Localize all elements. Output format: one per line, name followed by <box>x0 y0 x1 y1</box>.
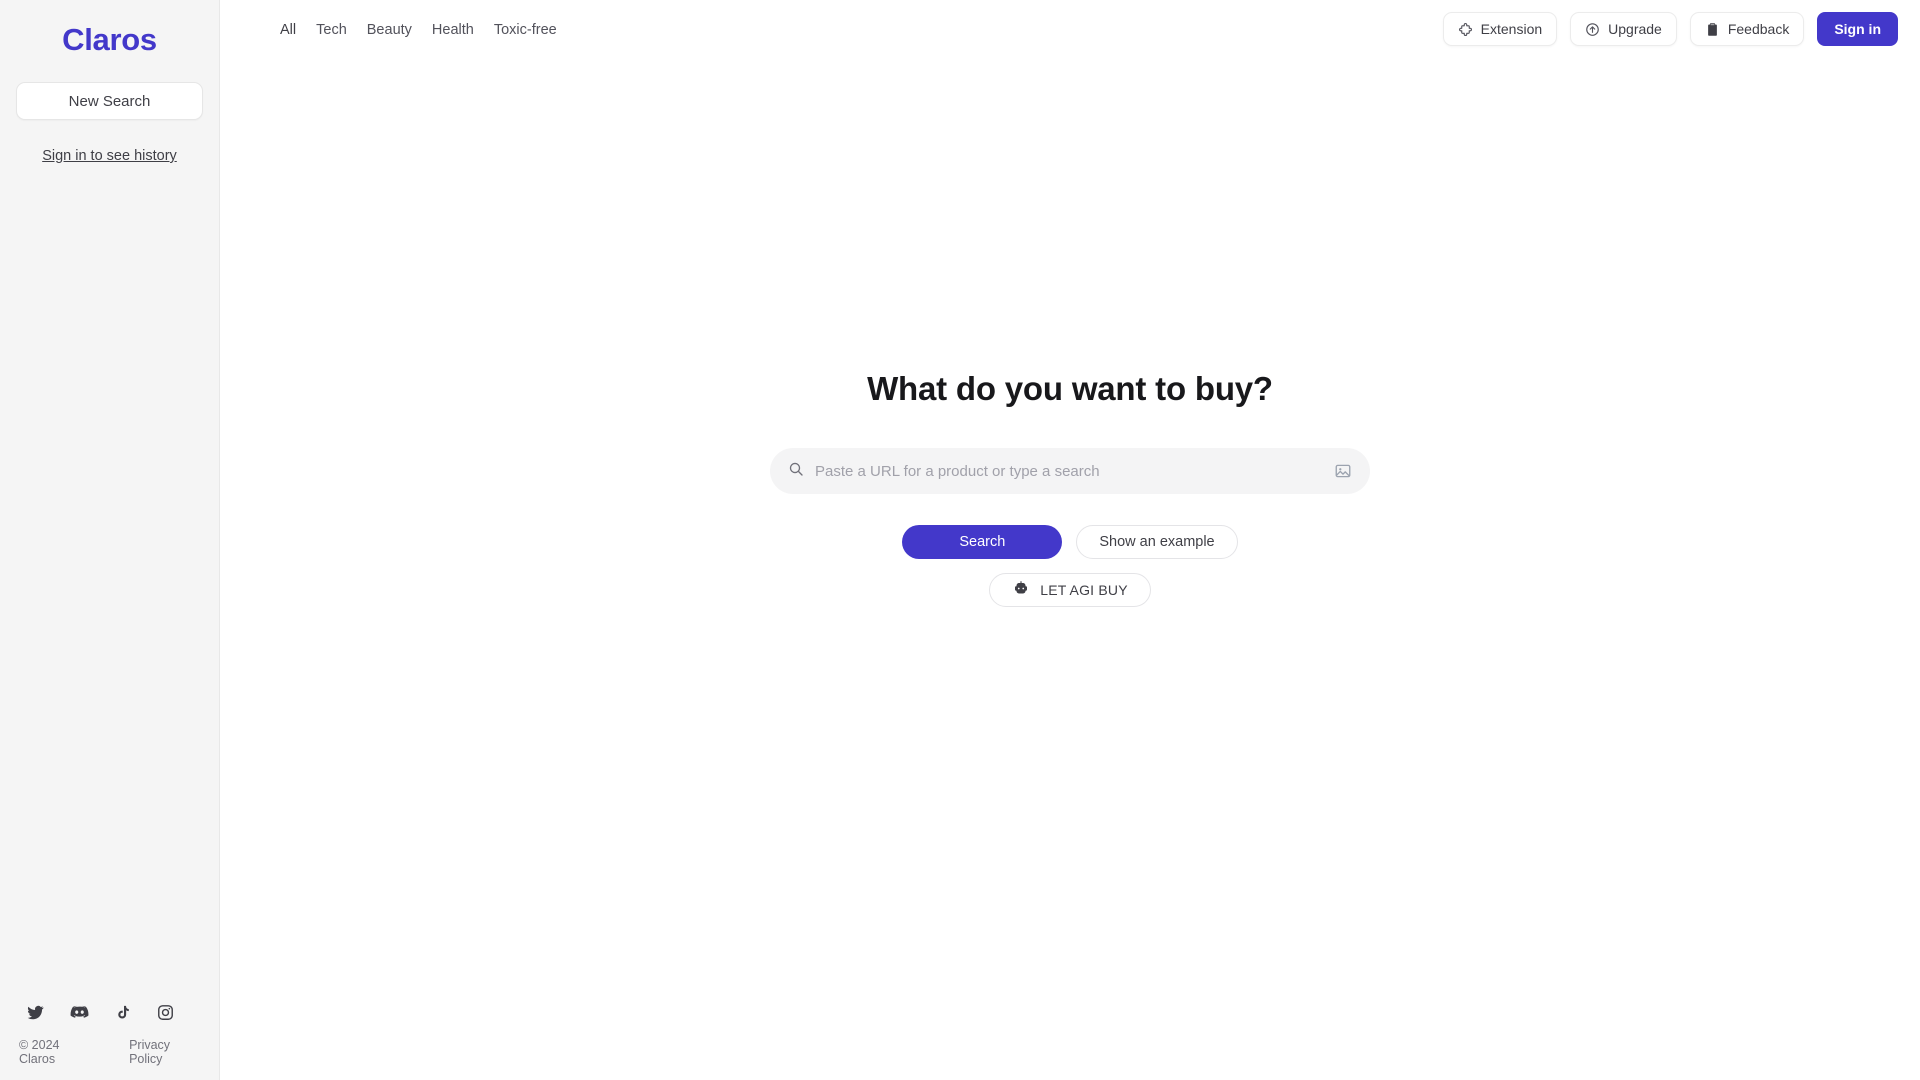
cta-row: Search Show an example <box>902 525 1238 559</box>
hero-section: What do you want to buy? Paste a URL for… <box>220 370 1920 607</box>
search-bar[interactable] <box>770 448 1370 494</box>
top-bar: All Tech Beauty Health Toxic-free Extens… <box>220 0 1920 60</box>
robot-icon <box>1012 580 1030 601</box>
instagram-icon[interactable] <box>157 1004 174 1021</box>
clipboard-icon <box>1705 22 1720 37</box>
let-agi-buy-label: LET AGI BUY <box>1040 582 1128 598</box>
main-content: All Tech Beauty Health Toxic-free Extens… <box>220 0 1920 1080</box>
let-agi-buy-button[interactable]: LET AGI BUY <box>989 573 1151 607</box>
social-links <box>18 1003 201 1022</box>
tab-tech[interactable]: Tech <box>316 20 347 40</box>
tab-all[interactable]: All <box>280 20 296 40</box>
image-upload-icon[interactable] <box>1332 460 1354 482</box>
sidebar: Claros New Search Sign in to see history <box>0 0 220 1080</box>
privacy-policy-link[interactable]: Privacy Policy <box>129 1038 201 1066</box>
sign-in-button[interactable]: Sign in <box>1817 12 1898 46</box>
tab-beauty[interactable]: Beauty <box>367 20 412 40</box>
brand-logo[interactable]: Claros <box>0 22 219 58</box>
sign-in-history-link[interactable]: Sign in to see history <box>0 148 219 164</box>
discord-icon[interactable] <box>70 1003 89 1022</box>
feedback-button[interactable]: Feedback <box>1689 12 1805 46</box>
circle-arrow-up-icon <box>1585 22 1600 37</box>
new-search-button[interactable]: New Search <box>16 82 203 120</box>
top-bar-actions: Extension Upgrade Feedback Sign in <box>1442 12 1898 46</box>
upgrade-button-label: Upgrade <box>1608 21 1662 37</box>
footer-links: © 2024 Claros Privacy Policy <box>18 1038 201 1066</box>
copyright-text: © 2024 Claros <box>19 1038 60 1066</box>
twitter-icon[interactable] <box>27 1004 44 1021</box>
search-icon <box>788 461 804 482</box>
page-title: What do you want to buy? <box>867 370 1273 407</box>
show-example-button[interactable]: Show an example <box>1076 525 1238 559</box>
search-input[interactable] <box>815 462 1321 480</box>
extension-button-label: Extension <box>1480 21 1543 37</box>
tab-health[interactable]: Health <box>432 20 474 40</box>
search-button[interactable]: Search <box>902 525 1063 559</box>
feedback-button-label: Feedback <box>1727 21 1790 37</box>
category-tabs: All Tech Beauty Health Toxic-free <box>280 20 557 40</box>
puzzle-piece-icon <box>1458 22 1473 37</box>
extension-button[interactable]: Extension <box>1442 12 1558 46</box>
tiktok-icon[interactable] <box>115 1004 131 1021</box>
tab-toxic-free[interactable]: Toxic-free <box>494 20 557 40</box>
sidebar-footer: © 2024 Claros Privacy Policy <box>0 1003 219 1080</box>
upgrade-button[interactable]: Upgrade <box>1570 12 1677 46</box>
app-root: Claros New Search Sign in to see history <box>0 0 1920 1080</box>
